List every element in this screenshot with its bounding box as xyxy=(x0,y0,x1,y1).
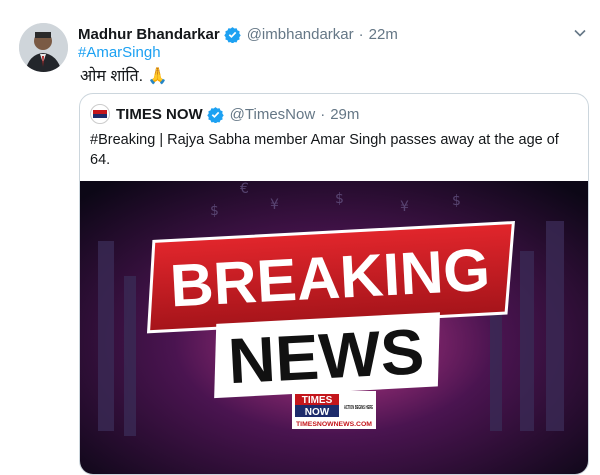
quoted-tweet[interactable]: TIMES NOW @TimesNow · 29m #Breaking | Ra… xyxy=(79,93,589,475)
tweet-time[interactable]: 22m xyxy=(369,26,398,43)
svg-text:¥: ¥ xyxy=(270,197,279,213)
separator-dot: · xyxy=(358,25,364,43)
logo-site-text: TIMESNOWNEWS.COM xyxy=(296,422,372,428)
tweet-header: Madhur Bhandarkar @imbhandarkar · 22m xyxy=(78,23,398,45)
avatar[interactable] xyxy=(19,23,68,72)
quoted-author-name: TIMES NOW xyxy=(116,105,203,123)
quoted-time: 29m xyxy=(330,105,360,123)
verified-badge-icon xyxy=(206,106,224,123)
svg-text:$: $ xyxy=(452,193,461,209)
chevron-down-icon[interactable] xyxy=(573,26,587,40)
quoted-text: #Breaking | Rajya Sabha member Amar Sing… xyxy=(90,132,559,168)
tweet-text: ओम शांति. 🙏 xyxy=(80,68,168,85)
svg-text:¥: ¥ xyxy=(400,199,409,215)
svg-text:$: $ xyxy=(210,203,219,219)
logo-now-text: NOW xyxy=(305,407,330,418)
breaking-news-image[interactable]: $ ¥ $ ¥ $€ BREAKING NEWS TIMES NOW ACTION B… xyxy=(80,181,588,474)
hashtag-link[interactable]: #AmarSingh xyxy=(78,44,161,61)
logo-tagline-text: ACTION BEGINS HERE xyxy=(344,405,373,411)
times-now-logo: TIMES NOW ACTION BEGINS HERE TIMESNOWNEW… xyxy=(292,391,376,429)
banner-news-text: NEWS xyxy=(226,315,425,397)
tweet: Madhur Bhandarkar @imbhandarkar · 22m #A… xyxy=(0,0,600,475)
logo-times-text: TIMES xyxy=(302,395,333,406)
author-handle[interactable]: @imbhandarkar xyxy=(247,26,354,43)
avatar-photo xyxy=(19,23,68,72)
svg-text:€: € xyxy=(240,181,249,197)
separator-dot: · xyxy=(320,105,326,123)
author-name[interactable]: Madhur Bhandarkar xyxy=(78,26,220,43)
verified-badge-icon xyxy=(223,26,241,43)
quoted-avatar xyxy=(90,104,110,124)
svg-text:$: $ xyxy=(335,191,344,207)
times-now-logo-icon xyxy=(93,110,107,118)
quoted-header: TIMES NOW @TimesNow · 29m xyxy=(90,104,359,124)
quoted-author-handle: @TimesNow xyxy=(229,105,316,123)
